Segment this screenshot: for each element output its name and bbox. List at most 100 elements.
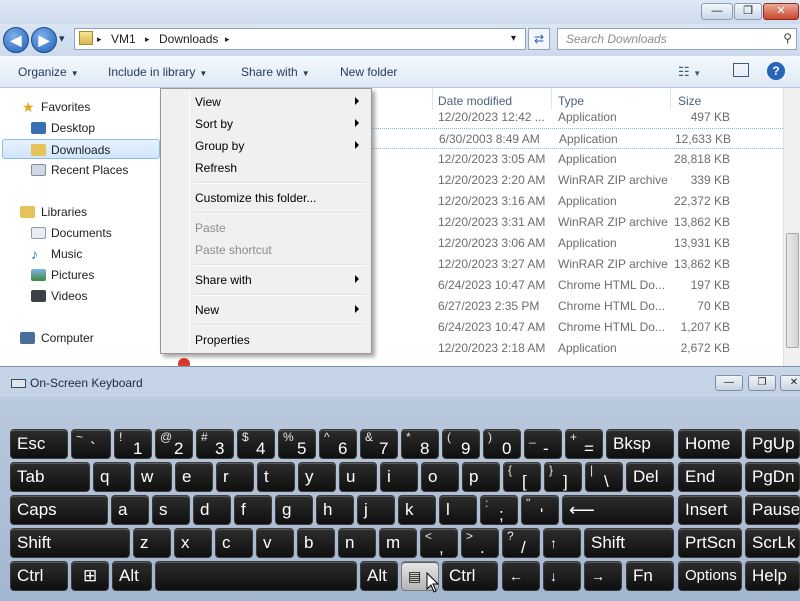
key-fn[interactable]: Fn xyxy=(626,561,674,591)
key-windows[interactable]: ⊞ xyxy=(71,561,109,591)
osk-restore-button[interactable]: ❐ xyxy=(748,375,776,391)
key-options[interactable]: Options xyxy=(678,561,742,591)
key-end[interactable]: End xyxy=(678,462,742,492)
preview-pane-icon[interactable] xyxy=(733,63,749,77)
maximize-button[interactable]: ❐ xyxy=(734,3,762,20)
key-l[interactable]: l xyxy=(439,495,477,525)
address-bar[interactable]: ▸ VM1 ▸ Downloads ▸ ▾ xyxy=(74,28,526,50)
key-equal[interactable]: + = xyxy=(565,429,603,459)
key-ctrl-left[interactable]: Ctrl xyxy=(10,561,68,591)
key-space[interactable] xyxy=(155,561,357,591)
key-v[interactable]: v xyxy=(256,528,294,558)
key-s[interactable]: s xyxy=(152,495,190,525)
organize-button[interactable]: Organize ▼ xyxy=(18,65,79,79)
column-type[interactable]: Type xyxy=(558,94,584,108)
nav-libraries[interactable]: Libraries xyxy=(0,202,158,222)
key-o[interactable]: o xyxy=(421,462,459,492)
key-4[interactable]: $4 xyxy=(237,429,275,459)
key-z[interactable]: z xyxy=(133,528,171,558)
key-d[interactable]: d xyxy=(193,495,231,525)
key-backspace[interactable]: Bksp xyxy=(606,429,674,459)
nav-desktop[interactable]: Desktop xyxy=(0,118,158,138)
refresh-button[interactable]: ⇄ xyxy=(528,28,550,50)
minimize-button[interactable]: — xyxy=(701,3,733,20)
key-m[interactable]: m xyxy=(379,528,417,558)
key-slash[interactable]: ? / xyxy=(502,528,540,558)
key-k[interactable]: k xyxy=(398,495,436,525)
key-q[interactable]: q xyxy=(93,462,131,492)
key-e[interactable]: e xyxy=(175,462,213,492)
key-shift-left[interactable]: Shift xyxy=(10,528,130,558)
nav-videos[interactable]: Videos xyxy=(0,286,158,306)
menu-item-sort-by[interactable]: Sort by xyxy=(163,113,369,135)
nav-recent-places[interactable]: Recent Places xyxy=(0,160,158,180)
key-f[interactable]: f xyxy=(234,495,272,525)
key-tab[interactable]: Tab xyxy=(10,462,90,492)
key-caps[interactable]: Caps xyxy=(10,495,108,525)
key-b[interactable]: b xyxy=(297,528,335,558)
key-period[interactable]: >. xyxy=(461,528,499,558)
key-home[interactable]: Home xyxy=(678,429,742,459)
key-u[interactable]: u xyxy=(339,462,377,492)
key-r[interactable]: r xyxy=(216,462,254,492)
key-a[interactable]: a xyxy=(111,495,149,525)
search-input[interactable]: Search Downloads ⚲ xyxy=(557,28,797,50)
key-x[interactable]: x xyxy=(174,528,212,558)
key-scrlk[interactable]: ScrLk xyxy=(745,528,800,558)
nav-music[interactable]: ♪ Music xyxy=(0,244,158,264)
key-j[interactable]: j xyxy=(357,495,395,525)
column-size[interactable]: Size xyxy=(678,94,701,108)
key-quote[interactable]: " ' xyxy=(521,495,559,525)
help-icon[interactable]: ? xyxy=(767,62,785,80)
key-right[interactable]: → xyxy=(584,561,622,591)
key-enter[interactable]: ⟵ xyxy=(562,495,674,525)
share-with-button[interactable]: Share with ▼ xyxy=(241,65,310,79)
key-c[interactable]: c xyxy=(215,528,253,558)
menu-item-share-with[interactable]: Share with xyxy=(163,269,369,291)
key-pgup[interactable]: PgUp xyxy=(745,429,800,459)
key-5[interactable]: % 5 xyxy=(278,429,316,459)
key-ctrl-right[interactable]: Ctrl xyxy=(442,561,498,591)
key-down[interactable]: ↓ xyxy=(543,561,581,591)
key-7[interactable]: & 7 xyxy=(360,429,398,459)
key-right-bracket[interactable]: }] xyxy=(544,462,582,492)
key-pause[interactable]: Pause xyxy=(745,495,800,525)
menu-item-view[interactable]: View xyxy=(163,91,369,113)
menu-item-refresh[interactable]: Refresh xyxy=(163,157,369,179)
key-left[interactable]: ← xyxy=(502,561,540,591)
back-button[interactable]: ◀ xyxy=(3,27,29,53)
address-dropdown-icon[interactable]: ▾ xyxy=(511,33,516,44)
key-esc[interactable]: Esc xyxy=(10,429,68,459)
key-n[interactable]: n xyxy=(338,528,376,558)
nav-favorites[interactable]: ★ Favorites xyxy=(0,97,158,117)
key-1[interactable]: ! 1 xyxy=(114,429,152,459)
key-pgdn[interactable]: PgDn xyxy=(745,462,800,492)
forward-button[interactable]: ▶ xyxy=(31,27,57,53)
menu-item-group-by[interactable]: Group by xyxy=(163,135,369,157)
key-6[interactable]: ^ 6 xyxy=(319,429,357,459)
menu-item-properties[interactable]: Properties xyxy=(163,329,369,351)
nav-downloads[interactable]: Downloads xyxy=(2,139,160,159)
breadcrumb-vm1[interactable]: VM1 xyxy=(111,32,136,46)
key-del[interactable]: Del xyxy=(626,462,674,492)
key-alt-left[interactable]: Alt xyxy=(112,561,152,591)
menu-item-customize[interactable]: Customize this folder... xyxy=(163,187,369,209)
key-9[interactable]: (9 xyxy=(442,429,480,459)
osk-close-button[interactable]: ✕ xyxy=(780,375,800,391)
key-8[interactable]: * 8 xyxy=(401,429,439,459)
key-h[interactable]: h xyxy=(316,495,354,525)
key-p[interactable]: p xyxy=(462,462,500,492)
vertical-scrollbar[interactable] xyxy=(783,88,800,368)
osk-minimize-button[interactable]: — xyxy=(715,375,743,391)
recent-pages-dropdown[interactable]: ▾ xyxy=(59,32,65,45)
key-g[interactable]: g xyxy=(275,495,313,525)
new-folder-button[interactable]: New folder xyxy=(340,65,397,79)
key-i[interactable]: i xyxy=(380,462,418,492)
view-options-icon[interactable]: ☷ ▼ xyxy=(678,64,701,80)
key-alt-right[interactable]: Alt xyxy=(360,561,398,591)
key-minus[interactable]: _ - xyxy=(524,429,562,459)
key-3[interactable]: #3 xyxy=(196,429,234,459)
key-y[interactable]: y xyxy=(298,462,336,492)
key-t[interactable]: t xyxy=(257,462,295,492)
nav-computer[interactable]: Computer xyxy=(0,328,158,348)
